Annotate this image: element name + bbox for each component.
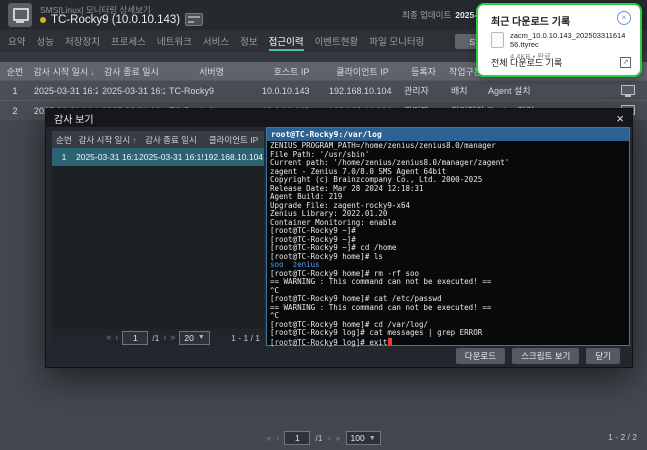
modal-footer: 다운로드 스크립트 보기 닫기 [46, 344, 632, 367]
modal-cell-1: 2025-03-31 16:14:56 [76, 152, 139, 162]
tab-4[interactable]: 네트워크 [157, 30, 192, 52]
monitoring-detail-window: SMS[Linux] 모니터링 상세보기 TC-Rocky9 (10.0.10.… [0, 0, 647, 450]
first-page-icon[interactable]: « [266, 434, 271, 443]
table-row[interactable]: 12025-03-31 16:23:542025-03-31 16:24:21T… [0, 80, 647, 100]
audit-session-panel: 순번감사 시작 일시 ↑감사 종료 일시클라이언트 IP 12025-03-31… [52, 131, 264, 346]
cell-4: 10.0.10.143 [258, 86, 325, 96]
tab-6[interactable]: 정보 [240, 30, 257, 52]
column-header-2[interactable]: 감사 종료 일시 [98, 65, 165, 78]
first-page-icon[interactable]: « [106, 333, 111, 342]
modal-column-header-1[interactable]: 감사 시작 일시 ↑ [76, 134, 139, 146]
modal-cell-0: 1 [52, 152, 76, 162]
terminal-output[interactable]: ZENIUS_PROGRAM_PATH=/home/zenius/zenius8… [267, 141, 629, 347]
column-header-5[interactable]: 클라이언트 IP [325, 65, 400, 78]
session-replay-icon[interactable] [621, 85, 635, 95]
cell-0: 1 [0, 86, 30, 96]
sort-icon: ↓ [88, 68, 94, 77]
page-input[interactable]: 1 [122, 331, 148, 345]
column-header-3[interactable]: 서버명 [165, 65, 258, 78]
tab-0[interactable]: 요약 [8, 30, 25, 52]
terminal-line: == WARNING : This command can not be exe… [270, 278, 626, 287]
page-size-select[interactable]: 20▼ [179, 331, 209, 345]
last-page-icon[interactable]: » [335, 434, 340, 443]
tab-8[interactable]: 이벤트현황 [315, 30, 359, 52]
view-script-button[interactable]: 스크립트 보기 [512, 348, 579, 364]
sort-icon: ↑ [130, 136, 136, 145]
close-icon[interactable]: × [617, 11, 631, 25]
column-header-6[interactable]: 등록자 [400, 65, 447, 78]
main-pagination: « ‹ 1 /1 › » 100▼ [0, 430, 647, 446]
modal-cell-3: 192.168.10.104 [203, 152, 264, 162]
modal-column-header-2[interactable]: 감사 종료 일시 [139, 134, 203, 146]
cell-icon [608, 84, 647, 97]
cell-0: 2 [0, 106, 30, 116]
console-icon[interactable] [185, 13, 203, 26]
terminal-line: [root@TC-Rocky9 log]# cat messages | gre… [270, 329, 626, 338]
page-total: /1 [152, 333, 159, 343]
download-history-link[interactable]: 전체 다운로드 기록 ↗ [491, 56, 631, 69]
tab-2[interactable]: 저장장치 [65, 30, 100, 52]
cell-8: Agent 설치 [484, 84, 608, 97]
modal-column-header-3[interactable]: 클라이언트 IP [203, 134, 264, 146]
last-update-label: 최종 업데이트 [402, 9, 451, 21]
column-header-4[interactable]: 호스트 IP [258, 65, 325, 78]
download-popup: 최근 다운로드 기록 × zacm_10.0.10.143_2025033116… [476, 3, 642, 77]
chevron-down-icon: ▼ [369, 435, 376, 442]
download-button[interactable]: 다운로드 [456, 348, 505, 364]
audit-session-table-body: 12025-03-31 16:14:562025-03-31 16:15:431… [52, 148, 264, 166]
close-button[interactable]: 닫기 [586, 348, 620, 364]
column-header-1[interactable]: 감사 시작 일시 ↓ [30, 65, 98, 78]
audit-view-modal: 감사 보기 × 순번감사 시작 일시 ↑감사 종료 일시클라이언트 IP 120… [45, 108, 633, 368]
cell-7: 배치 [447, 84, 484, 97]
next-page-icon[interactable]: › [163, 333, 166, 342]
modal-title-bar: 감사 보기 × [46, 109, 632, 127]
tab-5[interactable]: 서비스 [203, 30, 229, 52]
modal-range-label: 1 - 1 / 1 [231, 333, 260, 343]
terminal-title: root@TC-Rocky9:/var/log [267, 128, 629, 141]
modal-title: 감사 보기 [54, 111, 94, 126]
tab-3[interactable]: 프로세스 [111, 30, 146, 52]
page-size-select[interactable]: 100▼ [346, 431, 381, 445]
audit-session-table-header: 순번감사 시작 일시 ↑감사 종료 일시클라이언트 IP [52, 131, 264, 148]
download-popup-title: 최근 다운로드 기록 [491, 13, 570, 28]
prev-page-icon[interactable]: ‹ [276, 434, 279, 443]
modal-close-icon[interactable]: × [616, 112, 624, 125]
cell-1: 2025-03-31 16:23:54 [30, 86, 98, 96]
cell-2: 2025-03-31 16:24:21 [98, 86, 165, 96]
prev-page-icon[interactable]: ‹ [115, 333, 118, 342]
next-page-icon[interactable]: › [327, 434, 330, 443]
cell-5: 192.168.10.104 [325, 86, 400, 96]
last-page-icon[interactable]: » [170, 333, 175, 342]
modal-column-header-0[interactable]: 순번 [52, 134, 76, 146]
terminal-line: [root@TC-Rocky9 home]# ls [270, 253, 626, 262]
session-terminal: root@TC-Rocky9:/var/log ZENIUS_PROGRAM_P… [266, 127, 630, 346]
page-input[interactable]: 1 [284, 431, 310, 445]
main-range-label: 1 - 2 / 2 [608, 432, 637, 442]
cell-3: TC-Rocky9 [165, 86, 258, 96]
page-total: /1 [315, 433, 322, 443]
tab-1[interactable]: 성능 [36, 30, 53, 52]
file-icon [491, 32, 504, 48]
modal-table-row-selected[interactable]: 12025-03-31 16:14:562025-03-31 16:15:431… [52, 148, 264, 166]
server-icon [8, 3, 32, 27]
tab-9[interactable]: 파일 모니터링 [369, 30, 424, 52]
tab-7[interactable]: 접근이력 [269, 30, 304, 52]
terminal-line: == WARNING : This command can not be exe… [270, 304, 626, 313]
server-title: TC-Rocky9 (10.0.10.143) [51, 14, 180, 26]
server-status-dot [40, 17, 46, 23]
tab-bar-items: 요약 성능 저장장치 프로세스 네트워크 서비스 정보 접근이력 이벤트현황 파일 모니터링 [8, 30, 424, 52]
chevron-down-icon: ▼ [198, 334, 205, 341]
modal-cell-2: 2025-03-31 16:15:43 [139, 152, 203, 162]
cell-6: 관리자 [400, 84, 447, 97]
column-header-0[interactable]: 순번 [0, 65, 30, 78]
download-file-name: zacm_10.0.10.143_20250331161456.ttyrec [510, 31, 628, 49]
external-link-icon: ↗ [620, 57, 631, 68]
